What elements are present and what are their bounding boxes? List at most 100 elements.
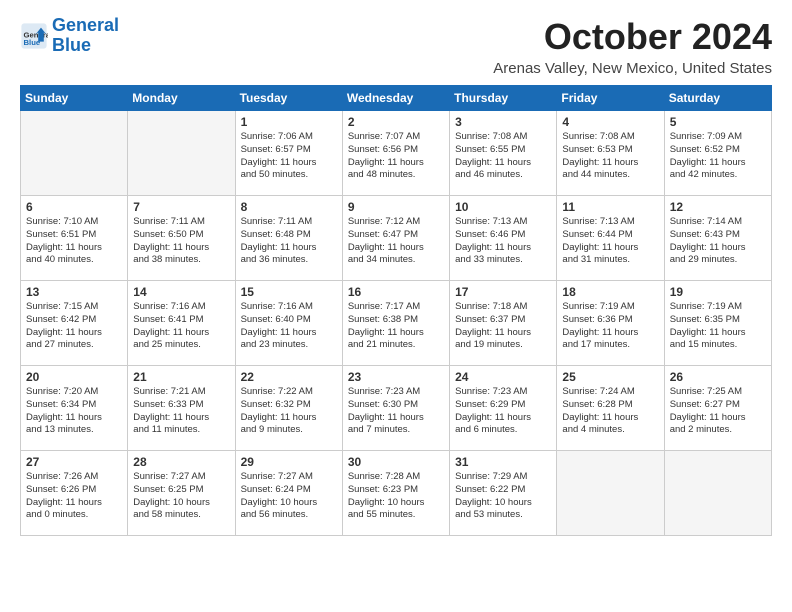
calendar-day-header: Wednesday bbox=[342, 86, 449, 111]
day-number: 24 bbox=[455, 370, 551, 384]
cell-info: Sunrise: 7:13 AMSunset: 6:46 PMDaylight:… bbox=[455, 216, 551, 267]
day-number: 2 bbox=[348, 115, 444, 129]
day-number: 20 bbox=[26, 370, 122, 384]
day-number: 1 bbox=[241, 115, 337, 129]
cell-info: Sunrise: 7:24 AMSunset: 6:28 PMDaylight:… bbox=[562, 386, 658, 437]
calendar-week-row: 6 Sunrise: 7:10 AMSunset: 6:51 PMDaylight… bbox=[21, 196, 772, 281]
calendar-cell: 21Sunrise: 7:21 AMSunset: 6:33 PMDayligh… bbox=[128, 366, 235, 451]
calendar-week-row: 27 Sunrise: 7:26 AMSunset: 6:26 PMDayligh… bbox=[21, 451, 772, 536]
cell-info: Sunrise: 7:23 AMSunset: 6:30 PMDaylight:… bbox=[348, 386, 444, 437]
cell-info: Sunrise: 7:13 AMSunset: 6:44 PMDaylight:… bbox=[562, 216, 658, 267]
calendar-cell: 31 Sunrise: 7:29 AMSunset: 6:22 PMDayligh… bbox=[450, 451, 557, 536]
logo-text: GeneralBlue bbox=[52, 16, 119, 56]
day-number: 30 bbox=[348, 455, 444, 469]
day-number: 26 bbox=[670, 370, 766, 384]
cell-info: Sunrise: 7:16 AMSunset: 6:40 PMDaylight:… bbox=[241, 301, 337, 352]
calendar-cell: 1Sunrise: 7:06 AMSunset: 6:57 PMDaylight… bbox=[235, 111, 342, 196]
day-number: 4 bbox=[562, 115, 658, 129]
calendar-cell: 29Sunrise: 7:27 AMSunset: 6:24 PMDayligh… bbox=[235, 451, 342, 536]
day-number: 21 bbox=[133, 370, 229, 384]
cell-info: Sunrise: 7:27 AMSunset: 6:25 PMDaylight:… bbox=[133, 471, 229, 522]
calendar-header-row: SundayMondayTuesdayWednesdayThursdayFrid… bbox=[21, 86, 772, 111]
cell-info: Sunrise: 7:18 AMSunset: 6:37 PMDaylight:… bbox=[455, 301, 551, 352]
calendar-cell: 18 Sunrise: 7:19 AMSunset: 6:36 PMDayligh… bbox=[557, 281, 664, 366]
cell-info: Sunrise: 7:11 AMSunset: 6:50 PMDaylight:… bbox=[133, 216, 229, 267]
calendar-cell: 7 Sunrise: 7:11 AMSunset: 6:50 PMDaylight… bbox=[128, 196, 235, 281]
day-number: 8 bbox=[241, 200, 337, 214]
cell-info: Sunrise: 7:10 AMSunset: 6:51 PMDaylight:… bbox=[26, 216, 122, 267]
day-number: 27 bbox=[26, 455, 122, 469]
day-number: 28 bbox=[133, 455, 229, 469]
day-number: 17 bbox=[455, 285, 551, 299]
day-number: 25 bbox=[562, 370, 658, 384]
day-number: 14 bbox=[133, 285, 229, 299]
calendar-week-row: 20 Sunrise: 7:20 AMSunset: 6:34 PMDayligh… bbox=[21, 366, 772, 451]
calendar-cell: 19 Sunrise: 7:19 AMSunset: 6:35 PMDayligh… bbox=[664, 281, 771, 366]
calendar-cell: 20 Sunrise: 7:20 AMSunset: 6:34 PMDayligh… bbox=[21, 366, 128, 451]
day-number: 29 bbox=[241, 455, 337, 469]
calendar-cell: 5Sunrise: 7:09 AMSunset: 6:52 PMDaylight… bbox=[664, 111, 771, 196]
calendar-cell: 2 Sunrise: 7:07 AMSunset: 6:56 PMDaylight… bbox=[342, 111, 449, 196]
logo-icon: General Blue bbox=[20, 22, 48, 50]
location-title: Arenas Valley, New Mexico, United States bbox=[493, 60, 772, 77]
calendar-table: SundayMondayTuesdayWednesdayThursdayFrid… bbox=[20, 85, 772, 536]
day-number: 6 bbox=[26, 200, 122, 214]
cell-info: Sunrise: 7:17 AMSunset: 6:38 PMDaylight:… bbox=[348, 301, 444, 352]
day-number: 9 bbox=[348, 200, 444, 214]
calendar-cell: 6 Sunrise: 7:10 AMSunset: 6:51 PMDaylight… bbox=[21, 196, 128, 281]
day-number: 18 bbox=[562, 285, 658, 299]
calendar-week-row: 1Sunrise: 7:06 AMSunset: 6:57 PMDaylight… bbox=[21, 111, 772, 196]
calendar-cell bbox=[664, 451, 771, 536]
month-title: October 2024 bbox=[493, 16, 772, 58]
calendar-cell: 8 Sunrise: 7:11 AMSunset: 6:48 PMDaylight… bbox=[235, 196, 342, 281]
calendar-cell: 28 Sunrise: 7:27 AMSunset: 6:25 PMDayligh… bbox=[128, 451, 235, 536]
cell-info: Sunrise: 7:07 AMSunset: 6:56 PMDaylight:… bbox=[348, 131, 444, 182]
calendar-week-row: 13Sunrise: 7:15 AMSunset: 6:42 PMDayligh… bbox=[21, 281, 772, 366]
day-number: 15 bbox=[241, 285, 337, 299]
calendar-cell: 4 Sunrise: 7:08 AMSunset: 6:53 PMDaylight… bbox=[557, 111, 664, 196]
logo: General Blue GeneralBlue bbox=[20, 16, 119, 56]
calendar-cell: 11Sunrise: 7:13 AMSunset: 6:44 PMDayligh… bbox=[557, 196, 664, 281]
calendar-day-header: Saturday bbox=[664, 86, 771, 111]
day-number: 16 bbox=[348, 285, 444, 299]
calendar-cell: 23Sunrise: 7:23 AMSunset: 6:30 PMDayligh… bbox=[342, 366, 449, 451]
page-header: General Blue GeneralBlue October 2024 Ar… bbox=[20, 16, 772, 77]
calendar-cell: 30 Sunrise: 7:28 AMSunset: 6:23 PMDayligh… bbox=[342, 451, 449, 536]
calendar-cell bbox=[21, 111, 128, 196]
cell-info: Sunrise: 7:28 AMSunset: 6:23 PMDaylight:… bbox=[348, 471, 444, 522]
calendar-cell: 3Sunrise: 7:08 AMSunset: 6:55 PMDaylight… bbox=[450, 111, 557, 196]
day-number: 7 bbox=[133, 200, 229, 214]
calendar-cell: 13Sunrise: 7:15 AMSunset: 6:42 PMDayligh… bbox=[21, 281, 128, 366]
calendar-day-header: Sunday bbox=[21, 86, 128, 111]
day-number: 31 bbox=[455, 455, 551, 469]
calendar-day-header: Friday bbox=[557, 86, 664, 111]
cell-info: Sunrise: 7:22 AMSunset: 6:32 PMDaylight:… bbox=[241, 386, 337, 437]
day-number: 12 bbox=[670, 200, 766, 214]
cell-info: Sunrise: 7:29 AMSunset: 6:22 PMDaylight:… bbox=[455, 471, 551, 522]
calendar-cell: 14Sunrise: 7:16 AMSunset: 6:41 PMDayligh… bbox=[128, 281, 235, 366]
cell-info: Sunrise: 7:19 AMSunset: 6:35 PMDaylight:… bbox=[670, 301, 766, 352]
cell-info: Sunrise: 7:14 AMSunset: 6:43 PMDaylight:… bbox=[670, 216, 766, 267]
calendar-cell: 17 Sunrise: 7:18 AMSunset: 6:37 PMDayligh… bbox=[450, 281, 557, 366]
title-area: October 2024 Arenas Valley, New Mexico, … bbox=[493, 16, 772, 77]
calendar-day-header: Monday bbox=[128, 86, 235, 111]
cell-info: Sunrise: 7:08 AMSunset: 6:53 PMDaylight:… bbox=[562, 131, 658, 182]
calendar-cell: 10 Sunrise: 7:13 AMSunset: 6:46 PMDayligh… bbox=[450, 196, 557, 281]
cell-info: Sunrise: 7:08 AMSunset: 6:55 PMDaylight:… bbox=[455, 131, 551, 182]
cell-info: Sunrise: 7:15 AMSunset: 6:42 PMDaylight:… bbox=[26, 301, 122, 352]
calendar-cell bbox=[557, 451, 664, 536]
cell-info: Sunrise: 7:20 AMSunset: 6:34 PMDaylight:… bbox=[26, 386, 122, 437]
day-number: 10 bbox=[455, 200, 551, 214]
day-number: 22 bbox=[241, 370, 337, 384]
calendar-cell: 22 Sunrise: 7:22 AMSunset: 6:32 PMDayligh… bbox=[235, 366, 342, 451]
calendar-cell: 16 Sunrise: 7:17 AMSunset: 6:38 PMDayligh… bbox=[342, 281, 449, 366]
cell-info: Sunrise: 7:19 AMSunset: 6:36 PMDaylight:… bbox=[562, 301, 658, 352]
calendar-cell bbox=[128, 111, 235, 196]
day-number: 19 bbox=[670, 285, 766, 299]
calendar-cell: 12 Sunrise: 7:14 AMSunset: 6:43 PMDayligh… bbox=[664, 196, 771, 281]
calendar-day-header: Tuesday bbox=[235, 86, 342, 111]
calendar-cell: 24 Sunrise: 7:23 AMSunset: 6:29 PMDayligh… bbox=[450, 366, 557, 451]
cell-info: Sunrise: 7:11 AMSunset: 6:48 PMDaylight:… bbox=[241, 216, 337, 267]
cell-info: Sunrise: 7:23 AMSunset: 6:29 PMDaylight:… bbox=[455, 386, 551, 437]
cell-info: Sunrise: 7:26 AMSunset: 6:26 PMDaylight:… bbox=[26, 471, 122, 522]
